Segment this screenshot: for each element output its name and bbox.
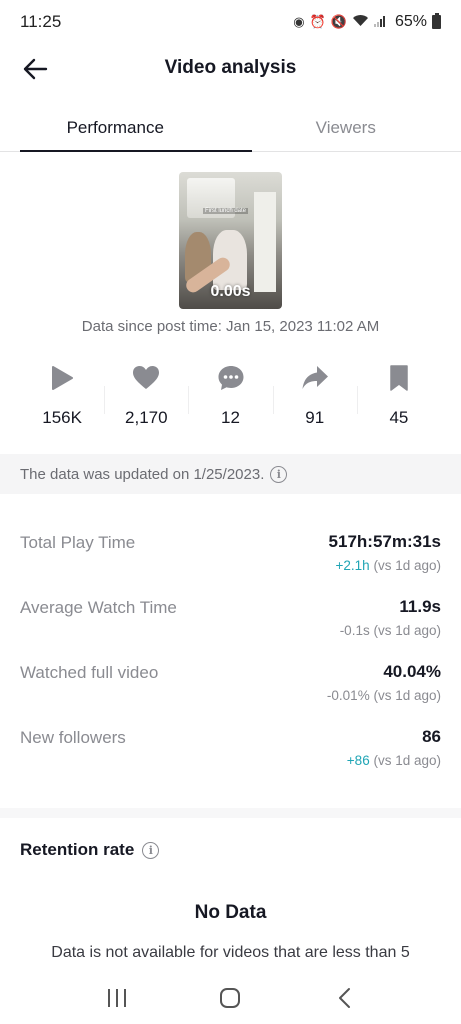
recent-apps-icon	[107, 989, 126, 1007]
heart-icon	[133, 366, 160, 389]
lock-icon: ◉	[293, 14, 305, 29]
stat-value: 45	[389, 408, 409, 427]
stat-value: 2,170	[125, 408, 168, 427]
back-arrow-icon	[23, 58, 48, 80]
thumbnail-caption: First lunch date	[203, 208, 249, 214]
metric-delta: +86 (vs 1d ago)	[347, 753, 441, 768]
metric-label: Watched full video	[20, 663, 159, 682]
page-title: Video analysis	[164, 57, 297, 78]
engagement-stats: 156K 2,170 12 91 45	[20, 358, 441, 436]
wifi-icon	[352, 14, 369, 30]
tab-label: Viewers	[315, 117, 376, 137]
metric-delta: +2.1h (vs 1d ago)	[336, 558, 441, 573]
status-icons: ◉ ⏰ 🔇 65%	[293, 13, 441, 31]
share-icon	[302, 366, 328, 389]
status-bar: 11:25 ◉ ⏰ 🔇 65%	[0, 0, 461, 44]
delta-value: -0.01%	[326, 688, 370, 703]
metric-delta: -0.1s (vs 1d ago)	[340, 623, 441, 638]
play-icon	[52, 366, 74, 390]
home-button[interactable]	[210, 978, 250, 1018]
data-updated-banner: The data was updated on 1/25/2023. i	[0, 454, 461, 494]
recent-apps-button[interactable]	[97, 978, 137, 1018]
tab-viewers[interactable]: Viewers	[231, 104, 461, 151]
post-time-text: Data since post time: Jan 15, 2023 11:02…	[81, 318, 380, 335]
metric-label: Average Watch Time	[20, 598, 177, 617]
stat-comments: 12	[188, 358, 272, 436]
metric-label: Total Play Time	[20, 533, 136, 552]
video-duration: 0.00s	[210, 283, 251, 300]
retention-title: Retention rate	[20, 840, 135, 859]
back-nav-button[interactable]	[324, 978, 364, 1018]
bookmark-icon	[390, 365, 408, 391]
metrics-list: Total Play Time 517h:57m:31s +2.1h (vs 1…	[20, 526, 441, 786]
system-nav-bar	[0, 972, 461, 1024]
section-divider	[0, 808, 461, 818]
metric-total-play-time: Total Play Time 517h:57m:31s +2.1h (vs 1…	[20, 526, 441, 591]
metric-value: 517h:57m:31s	[328, 532, 441, 551]
signal-icon	[373, 15, 386, 30]
metric-value: 86	[422, 727, 441, 746]
stat-value: 12	[221, 408, 240, 427]
home-icon	[220, 988, 241, 1008]
info-icon[interactable]: i	[142, 841, 160, 859]
stat-views: 156K	[20, 358, 104, 436]
updated-text: The data was updated on 1/25/2023.	[20, 465, 265, 483]
tab-bar: Performance Viewers	[0, 104, 461, 152]
info-icon[interactable]: i	[270, 465, 288, 483]
status-time: 11:25	[20, 12, 62, 31]
thumbnail-door	[254, 192, 276, 292]
video-thumbnail[interactable]: First lunch date 0.00s	[179, 172, 282, 309]
battery-percent: 65%	[394, 13, 427, 30]
retention-header: Retention rate i	[20, 840, 160, 860]
tab-label: Performance	[66, 117, 164, 137]
metric-value: 40.04%	[383, 662, 441, 681]
metric-watched-full-video: Watched full video 40.04% -0.01% (vs 1d …	[20, 656, 441, 721]
active-tab-indicator	[20, 150, 252, 152]
no-data-title: No Data	[194, 902, 267, 923]
delta-suffix: (vs 1d ago)	[369, 623, 441, 638]
back-button[interactable]	[18, 52, 52, 86]
delta-value: +2.1h	[335, 558, 370, 573]
delta-value: -0.1s	[339, 623, 370, 638]
metric-average-watch-time: Average Watch Time 11.9s -0.1s (vs 1d ag…	[20, 591, 441, 656]
battery-icon	[432, 13, 441, 29]
delta-value: +86	[346, 753, 370, 768]
metric-new-followers: New followers 86 +86 (vs 1d ago)	[20, 721, 441, 786]
delta-suffix: (vs 1d ago)	[369, 753, 441, 768]
metric-delta: -0.01% (vs 1d ago)	[327, 688, 441, 703]
delta-suffix: (vs 1d ago)	[369, 558, 441, 573]
comment-icon	[218, 366, 243, 390]
stat-value: 91	[305, 408, 325, 427]
header: Video analysis	[0, 44, 461, 92]
stat-likes: 2,170	[104, 358, 188, 436]
no-data-description: Data is not available for videos that ar…	[51, 944, 410, 961]
mute-icon: 🔇	[330, 14, 347, 29]
delta-suffix: (vs 1d ago)	[369, 688, 441, 703]
metric-label: New followers	[20, 728, 126, 747]
stat-saves: 45	[356, 358, 441, 436]
metric-value: 11.9s	[399, 597, 441, 616]
chevron-left-icon	[339, 988, 351, 1008]
alarm-icon: ⏰	[309, 14, 326, 29]
tab-performance[interactable]: Performance	[0, 104, 231, 151]
stat-shares: 91	[272, 358, 357, 436]
stat-value: 156K	[42, 408, 82, 427]
